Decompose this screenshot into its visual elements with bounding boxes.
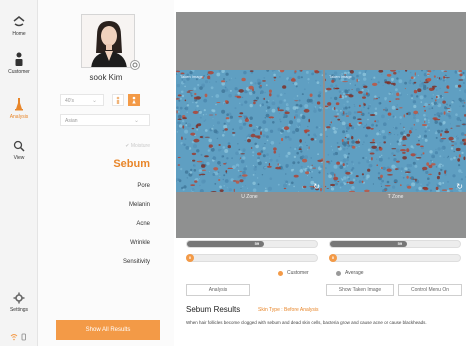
nav-item-customer[interactable]: Customer bbox=[0, 52, 38, 75]
home-icon bbox=[13, 16, 25, 27]
male-icon bbox=[116, 96, 120, 104]
nav-label-customer: Customer bbox=[8, 69, 30, 75]
wifi-icon bbox=[10, 333, 26, 341]
u-zone-skin-texture bbox=[176, 70, 323, 192]
menu-item-pore[interactable]: Pore bbox=[137, 183, 150, 189]
show-taken-image-button[interactable]: Show Taken Image bbox=[326, 284, 394, 296]
u-zone-average-value: 59 bbox=[254, 241, 260, 246]
menu-item-sensitivity[interactable]: Sensitivity bbox=[123, 259, 150, 265]
nav-label-view: View bbox=[13, 155, 25, 161]
show-all-results-button[interactable]: Show All Results bbox=[56, 320, 160, 340]
t-zone-image[interactable]: Taken Image ↻ bbox=[325, 70, 466, 192]
nav-rail: Home Customer Analysis View Settings bbox=[0, 0, 38, 346]
nav-item-home[interactable]: Home bbox=[0, 16, 38, 37]
gender-female-button[interactable] bbox=[128, 94, 140, 106]
analysis-icon bbox=[15, 98, 23, 111]
menu-item-wrinkle[interactable]: Wrinkle bbox=[130, 240, 150, 246]
t-zone-tag: Taken Image bbox=[329, 74, 352, 79]
main-content: Taken Image ↻ Taken Image ↻ U Zone T Zon… bbox=[176, 12, 466, 346]
t-zone-customer-bar: 0 bbox=[329, 254, 461, 262]
avatar[interactable] bbox=[81, 14, 135, 68]
skin-type-label: Skin Type : Before Analysis bbox=[258, 307, 319, 313]
menu-label-moisture: Moisture bbox=[130, 143, 150, 149]
gear-icon bbox=[13, 292, 25, 304]
menu-item-moisture[interactable]: ✔ Moisture bbox=[125, 143, 150, 149]
average-legend-label: Average bbox=[345, 270, 364, 276]
age-value: 40's bbox=[65, 98, 75, 104]
u-zone-customer-value: 0 bbox=[186, 254, 194, 262]
chevron-down-icon: ⌄ bbox=[91, 98, 97, 104]
search-icon bbox=[13, 140, 25, 152]
race-select[interactable]: Asian ⌄ bbox=[60, 114, 150, 126]
nav-item-analysis[interactable]: Analysis bbox=[0, 97, 38, 120]
u-zone-label: U Zone bbox=[241, 194, 258, 200]
nav-label-home: Home bbox=[12, 31, 26, 37]
rotate-icon[interactable]: ↻ bbox=[456, 182, 463, 191]
average-legend-dot bbox=[336, 271, 341, 276]
customer-legend-label: Customer bbox=[287, 270, 309, 276]
gender-male-button[interactable] bbox=[112, 94, 124, 106]
chevron-down-icon: ⌄ bbox=[133, 118, 139, 124]
results-description: When hair follicles become clogged with … bbox=[186, 320, 427, 325]
customer-legend-dot bbox=[278, 271, 283, 276]
camera-icon[interactable] bbox=[130, 60, 140, 70]
menu-item-sebum[interactable]: Sebum bbox=[113, 158, 150, 170]
t-zone-average-bar: 59 bbox=[329, 240, 461, 248]
female-icon bbox=[132, 96, 136, 104]
u-zone-average-fill bbox=[187, 241, 264, 247]
customer-photo bbox=[82, 15, 134, 67]
t-zone-label: T Zone bbox=[387, 194, 404, 200]
u-zone-customer-bar: 0 bbox=[186, 254, 318, 262]
menu-item-melanin[interactable]: Melanin bbox=[129, 202, 150, 208]
customer-icon bbox=[15, 52, 23, 66]
nav-label-settings: Settings bbox=[9, 307, 29, 313]
image-viewer: Taken Image ↻ Taken Image ↻ U Zone T Zon… bbox=[176, 12, 466, 238]
t-zone-skin-texture bbox=[325, 70, 466, 192]
results-title: Sebum Results bbox=[186, 305, 241, 314]
race-value: Asian bbox=[65, 118, 78, 124]
control-menu-button[interactable]: Control Menu On bbox=[398, 284, 462, 296]
t-zone-average-value: 59 bbox=[397, 241, 403, 246]
u-zone-tag: Taken Image bbox=[180, 74, 203, 79]
customer-name: sook Kim bbox=[89, 73, 123, 82]
nav-item-view[interactable]: View bbox=[0, 140, 38, 161]
t-zone-customer-value: 0 bbox=[329, 254, 337, 262]
rotate-icon[interactable]: ↻ bbox=[313, 182, 320, 191]
nav-item-settings[interactable]: Settings bbox=[0, 292, 38, 313]
u-zone-average-bar: 59 bbox=[186, 240, 318, 248]
menu-item-acne[interactable]: Acne bbox=[136, 221, 150, 227]
app-window: Home Customer Analysis View Settings soo… bbox=[0, 0, 475, 346]
age-select[interactable]: 40's ⌄ bbox=[60, 94, 104, 106]
u-zone-image[interactable]: Taken Image ↻ bbox=[176, 70, 323, 192]
analysis-button[interactable]: Analysis bbox=[186, 284, 250, 296]
nav-label-analysis: Analysis bbox=[9, 114, 29, 120]
t-zone-average-fill bbox=[330, 241, 407, 247]
customer-panel: sook Kim 40's ⌄ Asian ⌄ ✔ Moisture Sebum… bbox=[38, 0, 174, 346]
